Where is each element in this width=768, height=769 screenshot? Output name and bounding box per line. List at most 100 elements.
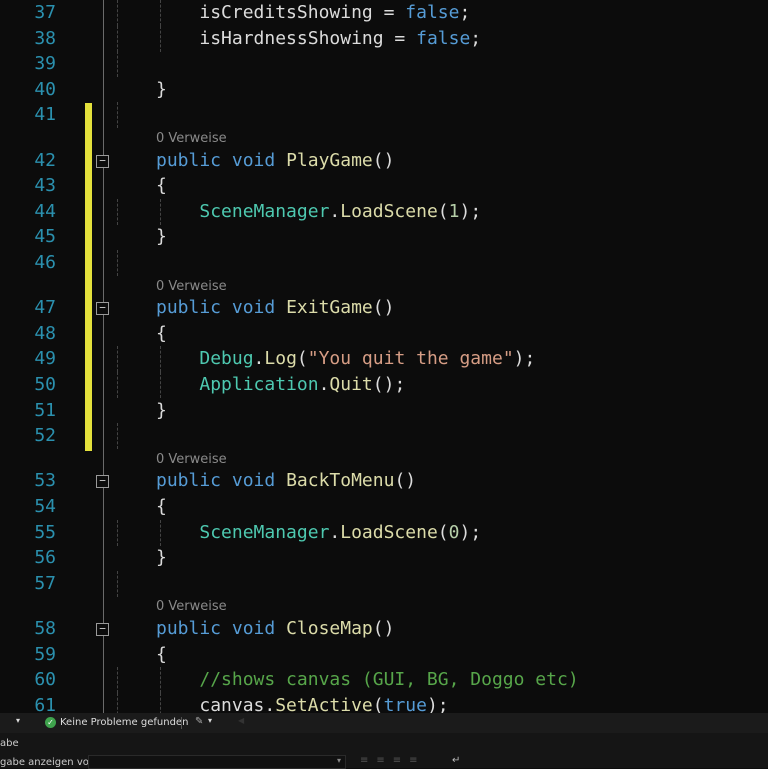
code-token: false: [416, 27, 471, 49]
code-token: false: [405, 2, 460, 23]
code-token: PlayGame: [286, 149, 373, 171]
codelens-references[interactable]: 0 Verweise: [156, 598, 227, 616]
output-source-select[interactable]: ▾: [88, 755, 346, 769]
code-token: void: [231, 149, 276, 171]
line-number: 57: [34, 572, 56, 594]
line-number: 56: [34, 547, 56, 569]
code-line: 42 public void PlayGame() −: [0, 148, 768, 174]
codelens-references[interactable]: 0 Verweise: [156, 451, 227, 469]
code-token: }: [156, 78, 167, 100]
indent-guide: [160, 692, 161, 713]
code-text: isHardnessShowing = false;: [199, 26, 481, 52]
indent-guide: [160, 25, 161, 52]
code-token: ();: [372, 374, 406, 395]
code-line: 46: [0, 250, 768, 276]
code-text: SceneManager.LoadScene(0);: [199, 520, 481, 546]
code-line: 57: [0, 570, 768, 597]
output-panel: abe gabe anzeigen von: ▾ ≡≡≡≡ ↵: [0, 733, 768, 769]
line-number: 39: [34, 53, 56, 75]
line-number: 48: [34, 322, 56, 344]
brush-icon[interactable]: ✎: [195, 716, 203, 727]
collapse-icon[interactable]: −: [96, 623, 109, 636]
code-line: 53 public void BackToMenu() −: [0, 468, 768, 494]
problems-status[interactable]: Keine Probleme gefunden: [60, 717, 188, 728]
code-token: );: [426, 694, 449, 713]
code-token: (: [437, 521, 449, 543]
indent-guide: [117, 570, 118, 597]
code-token: "You quit the game": [307, 348, 514, 370]
indent-guide: [160, 372, 161, 398]
line-number: 44: [34, 200, 56, 222]
line-number: 43: [34, 175, 56, 197]
code-token: SceneManager: [199, 200, 330, 222]
code-token: true: [383, 694, 427, 713]
code-token: }: [156, 399, 167, 421]
code-line: 43 {: [0, 173, 768, 199]
indent-guide: [117, 692, 118, 713]
code-token: isHardnessShowing =: [199, 27, 417, 49]
code-text: Application.Quit();: [199, 372, 405, 398]
indent-guide: [160, 346, 161, 373]
code-text: public void ExitGame(): [156, 295, 394, 321]
zoom-dropdown-icon[interactable]: ▾: [16, 716, 20, 725]
code-line: 56}: [0, 545, 768, 571]
code-line: 40}: [0, 77, 768, 103]
code-text: Debug.Log("You quit the game");: [199, 346, 535, 372]
show-output-label: gabe anzeigen von:: [0, 757, 99, 768]
code-token: .: [253, 348, 265, 370]
codelens-references[interactable]: 0 Verweise: [156, 278, 227, 296]
code-token: .: [329, 200, 341, 222]
code-token: (): [372, 297, 395, 319]
code-token: 1: [448, 200, 460, 222]
code-text: //shows canvas (GUI, BG, Doggo etc): [199, 667, 578, 693]
code-text: public void BackToMenu(): [156, 468, 416, 494]
check-circle-icon[interactable]: ✓: [45, 717, 56, 728]
code-token: Quit: [329, 374, 373, 395]
code-text: isCreditsShowing = false;: [199, 0, 470, 26]
code-token: canvas.: [199, 694, 276, 713]
code-line: 38 isHardnessShowing = false;: [0, 25, 768, 52]
code-token: void: [231, 618, 276, 639]
code-text: {: [156, 321, 167, 347]
scroll-left-icon[interactable]: ◀: [238, 716, 244, 725]
toolbar-buttons[interactable]: ≡≡≡≡: [360, 755, 426, 766]
collapse-icon[interactable]: −: [96, 302, 109, 316]
word-wrap-icon[interactable]: ↵: [452, 755, 460, 766]
code-token: ;: [459, 2, 471, 23]
codelens-references[interactable]: 0 Verweise: [156, 130, 227, 148]
code-token: }: [156, 547, 167, 569]
line-number: 61: [34, 694, 56, 713]
code-text: {: [156, 173, 167, 199]
line-number: 38: [34, 27, 56, 49]
indent-guide: [160, 667, 161, 694]
code-text: }: [156, 398, 167, 424]
indent-guide: [117, 25, 118, 52]
collapse-icon[interactable]: −: [96, 154, 109, 168]
code-token: (: [437, 200, 449, 222]
line-number: 59: [34, 643, 56, 665]
indent-guide: [117, 102, 118, 129]
collapse-icon[interactable]: −: [96, 475, 109, 489]
indent-guide: [117, 423, 118, 450]
code-text: }: [156, 545, 167, 571]
code-line: 55 SceneManager.LoadScene(0);: [0, 519, 768, 546]
chevron-down-icon[interactable]: ▾: [208, 716, 212, 725]
code-token: .: [329, 521, 341, 543]
indent-guide: [117, 0, 118, 26]
indent-guide: [160, 519, 161, 546]
divider: [181, 717, 182, 729]
line-number: 45: [34, 226, 56, 248]
code-token: Debug: [199, 348, 254, 370]
code-text: {: [156, 642, 167, 668]
code-token: );: [513, 348, 536, 370]
line-number: 46: [34, 252, 56, 273]
code-text: SceneManager.LoadScene(1);: [199, 199, 481, 225]
code-text: {: [156, 494, 167, 520]
indent-guide: [117, 372, 118, 398]
code-editor[interactable]: 37 isCreditsShowing = false; 38 isHardnessS…: [0, 0, 768, 713]
line-number: 52: [34, 425, 56, 447]
